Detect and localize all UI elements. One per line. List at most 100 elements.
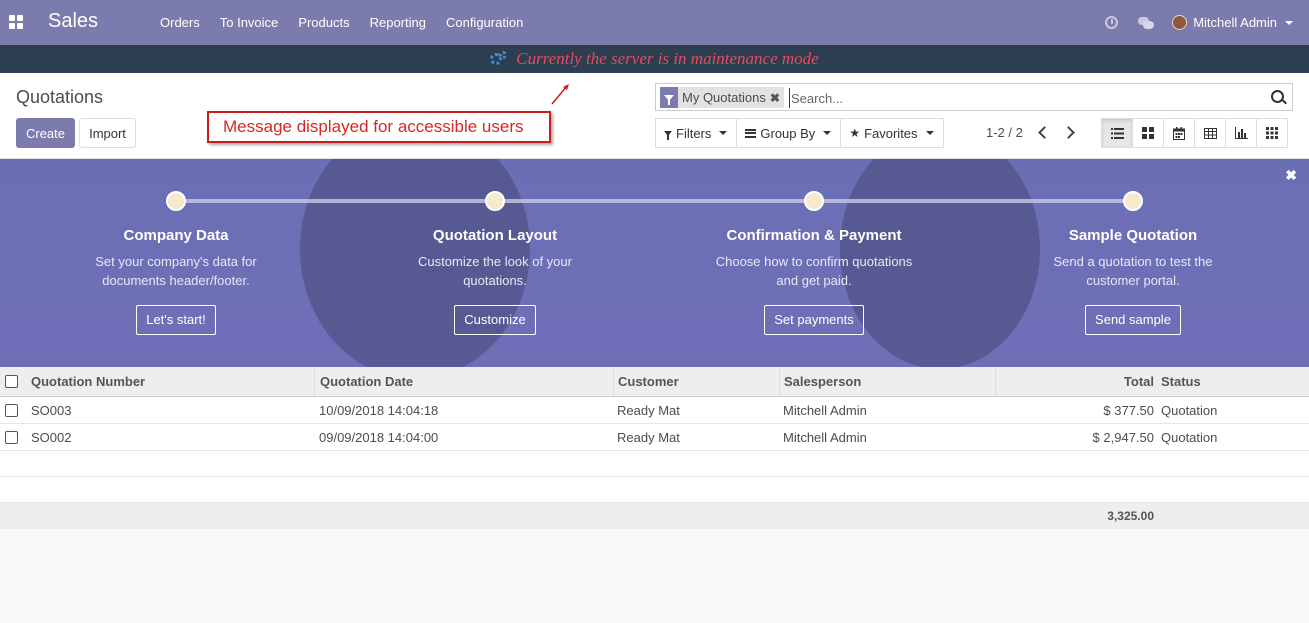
- step-title: Company Data: [123, 227, 229, 244]
- column-header-total[interactable]: Total: [995, 367, 1158, 396]
- step-company-data: Company Data Set your company's data for…: [46, 227, 306, 335]
- chevron-down-icon: [823, 131, 832, 135]
- filter-icon: [664, 130, 672, 140]
- search-facet[interactable]: My Quotations ✖: [660, 87, 784, 108]
- set-payments-button[interactable]: Set payments: [764, 305, 864, 335]
- step-sample-quotation: Sample Quotation Send a quotation to tes…: [1003, 227, 1263, 335]
- pivot-view-icon[interactable]: [1194, 118, 1226, 148]
- apps-menu-icon[interactable]: [9, 15, 23, 29]
- annotation-callout: Message displayed for accessible users: [207, 111, 551, 143]
- control-panel: Quotations Create Import Message display…: [0, 73, 1309, 159]
- filters-dropdown-button[interactable]: Filters: [655, 118, 738, 148]
- cell-salesperson: Mitchell Admin: [783, 402, 867, 418]
- user-menu-name[interactable]: Mitchell Admin: [1193, 15, 1277, 30]
- view-switcher: [1101, 118, 1288, 148]
- avatar[interactable]: [1172, 15, 1188, 30]
- row-checkbox[interactable]: [4, 397, 18, 423]
- facet-label: My Quotations: [682, 90, 766, 105]
- step-quotation-layout: Quotation Layout Customize the look of y…: [365, 227, 625, 335]
- cell-date: 10/09/2018 14:04:18: [319, 402, 439, 418]
- quotations-table: Quotation Number Quotation Date Customer…: [0, 367, 1309, 529]
- lets-start-button[interactable]: Let's start!: [136, 305, 216, 335]
- chevron-down-icon[interactable]: [1285, 20, 1293, 25]
- step-dot: [485, 191, 505, 211]
- column-header-salesperson[interactable]: Salesperson: [779, 367, 995, 396]
- chevron-left-icon[interactable]: [1038, 126, 1051, 139]
- systray: Mitchell Admin: [1105, 0, 1309, 45]
- breadcrumb: Quotations: [16, 87, 104, 107]
- step-title: Quotation Layout: [432, 227, 558, 244]
- create-button[interactable]: Create: [16, 118, 75, 148]
- empty-row: [0, 451, 1309, 477]
- annotation-arrow-icon: [551, 84, 569, 105]
- kanban-view-icon[interactable]: [1132, 118, 1164, 148]
- star-icon: ★: [849, 126, 861, 140]
- activity-clock-icon[interactable]: [1105, 16, 1119, 29]
- cell-status: Quotation: [1161, 429, 1218, 445]
- menu-item-reporting[interactable]: Reporting: [360, 0, 436, 45]
- search-bar: My Quotations ✖: [655, 83, 1293, 111]
- step-description: Send a quotation to test the customer por…: [1053, 254, 1213, 288]
- grid-view-icon[interactable]: [1256, 118, 1288, 148]
- column-header-number[interactable]: Quotation Number: [27, 367, 314, 396]
- group-by-label: Group By: [760, 125, 816, 141]
- step-description: Customize the look of your quotations.: [418, 254, 572, 288]
- import-button[interactable]: Import: [79, 118, 136, 148]
- pager-value[interactable]: 1-2 / 2: [986, 125, 1023, 140]
- step-title: Sample Quotation: [1068, 227, 1198, 244]
- table-footer: 3,325.00: [0, 503, 1309, 529]
- cell-date: 09/09/2018 14:04:00: [319, 429, 439, 445]
- maintenance-banner: Currently the server is in maintenance m…: [0, 45, 1309, 73]
- send-sample-button[interactable]: Send sample: [1085, 305, 1181, 335]
- chevron-down-icon: [925, 131, 934, 135]
- cell-number: SO002: [31, 429, 72, 445]
- onboarding-banner: ✖ Company Data Set your company's data f…: [0, 159, 1309, 367]
- cell-total: $ 377.50: [1103, 402, 1154, 418]
- table-header: Quotation Number Quotation Date Customer…: [0, 367, 1309, 397]
- sum-total: 3,325.00: [1107, 509, 1154, 523]
- filter-icon: [660, 87, 678, 108]
- list-view-icon[interactable]: [1101, 118, 1133, 148]
- annotation-text: Message displayed for accessible users: [223, 117, 524, 136]
- menu-item-to-invoice[interactable]: To Invoice: [210, 0, 289, 45]
- empty-row: [0, 477, 1309, 503]
- main-menu: Orders To Invoice Products Reporting Con…: [150, 0, 533, 45]
- column-header-date[interactable]: Quotation Date: [314, 367, 613, 396]
- table-row[interactable]: SO003 10/09/2018 14:04:18 Ready Mat Mitc…: [0, 397, 1309, 424]
- search-input[interactable]: [789, 88, 1259, 108]
- messages-chat-icon[interactable]: [1138, 16, 1155, 29]
- gears-icon: [490, 51, 508, 67]
- search-options: Filters Group By ★ Favorites: [655, 118, 944, 148]
- menu-item-products[interactable]: Products: [288, 0, 359, 45]
- group-by-dropdown-button[interactable]: Group By: [736, 118, 842, 148]
- step-confirmation-payment: Confirmation & Payment Choose how to con…: [684, 227, 944, 335]
- chevron-down-icon: [719, 131, 728, 135]
- remove-facet-icon[interactable]: ✖: [770, 91, 784, 105]
- bars-icon: [745, 128, 757, 138]
- customize-button[interactable]: Customize: [454, 305, 536, 335]
- close-icon[interactable]: ✖: [1285, 167, 1297, 184]
- chevron-right-icon[interactable]: [1062, 126, 1075, 139]
- filters-label: Filters: [676, 125, 712, 141]
- cell-customer: Ready Mat: [617, 402, 680, 418]
- step-dot: [166, 191, 186, 211]
- graph-view-icon[interactable]: [1225, 118, 1257, 148]
- column-header-customer[interactable]: Customer: [613, 367, 779, 396]
- search-icon[interactable]: [1271, 90, 1284, 103]
- calendar-view-icon[interactable]: [1163, 118, 1195, 148]
- step-description: Choose how to confirm quotations and get …: [715, 254, 913, 288]
- table-row[interactable]: SO002 09/09/2018 14:04:00 Ready Mat Mitc…: [0, 424, 1309, 451]
- step-dot: [804, 191, 824, 211]
- progress-track: [176, 199, 1132, 203]
- menu-item-configuration[interactable]: Configuration: [436, 0, 533, 45]
- step-title: Confirmation & Payment: [726, 227, 902, 244]
- row-checkbox[interactable]: [4, 424, 18, 450]
- cell-customer: Ready Mat: [617, 429, 680, 445]
- column-header-status[interactable]: Status: [1158, 367, 1309, 396]
- menu-item-orders[interactable]: Orders: [150, 0, 210, 45]
- top-navbar: Sales Orders To Invoice Products Reporti…: [0, 0, 1309, 45]
- step-description: Set your company's data for documents hea…: [95, 254, 257, 288]
- cell-salesperson: Mitchell Admin: [783, 429, 867, 445]
- select-all-checkbox[interactable]: [4, 367, 18, 396]
- favorites-dropdown-button[interactable]: ★ Favorites: [840, 118, 944, 148]
